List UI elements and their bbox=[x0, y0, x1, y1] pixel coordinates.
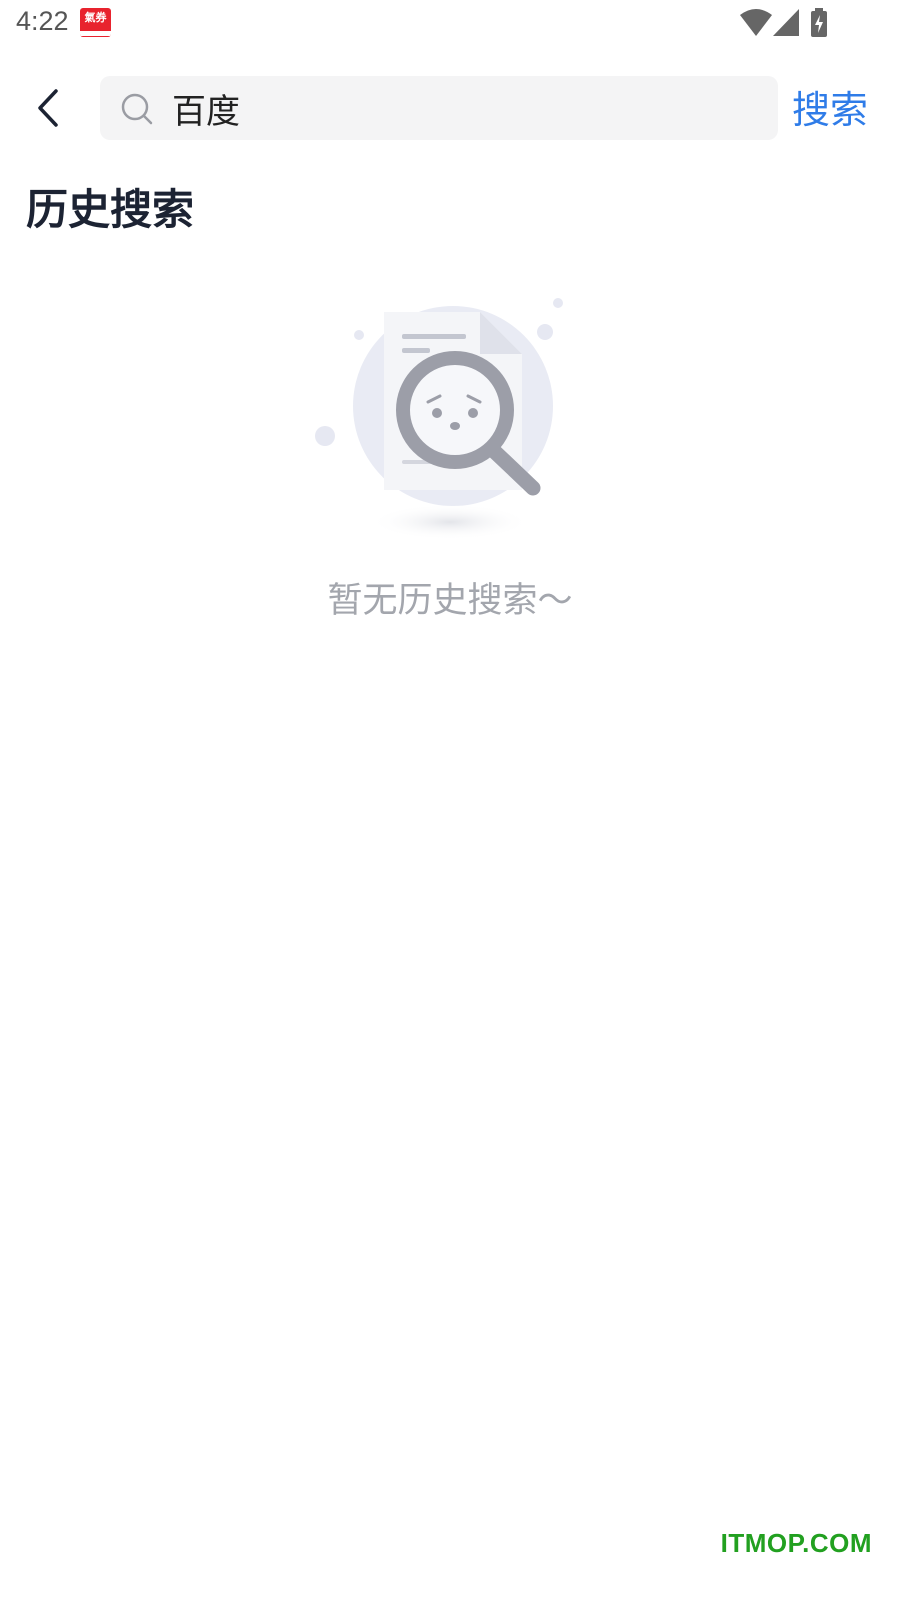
signal-icon bbox=[773, 9, 799, 36]
chevron-left-icon bbox=[38, 89, 58, 127]
status-time: 4:22 bbox=[16, 6, 69, 36]
history-title: 历史搜索 bbox=[26, 185, 195, 234]
empty-search-illustration bbox=[315, 298, 563, 540]
watermark: ITMOP.COM bbox=[720, 1528, 872, 1558]
status-bar: 4:22 氣券 bbox=[0, 0, 900, 50]
empty-history-text: 暂无历史搜索～ bbox=[327, 581, 573, 621]
back-button[interactable] bbox=[22, 78, 74, 138]
search-screen: 4:22 氣券 搜索 bbox=[0, 0, 900, 1600]
search-box[interactable] bbox=[100, 76, 778, 140]
search-button[interactable]: 搜索 bbox=[792, 80, 868, 140]
app-notification-icon: 氣券 bbox=[80, 8, 111, 37]
search-header: 搜索 bbox=[0, 70, 900, 150]
wifi-icon bbox=[740, 9, 772, 36]
search-icon bbox=[121, 93, 153, 125]
app-notification-label: 氣券 bbox=[84, 11, 107, 24]
search-input[interactable] bbox=[172, 76, 762, 140]
battery-charging-icon bbox=[811, 8, 827, 37]
